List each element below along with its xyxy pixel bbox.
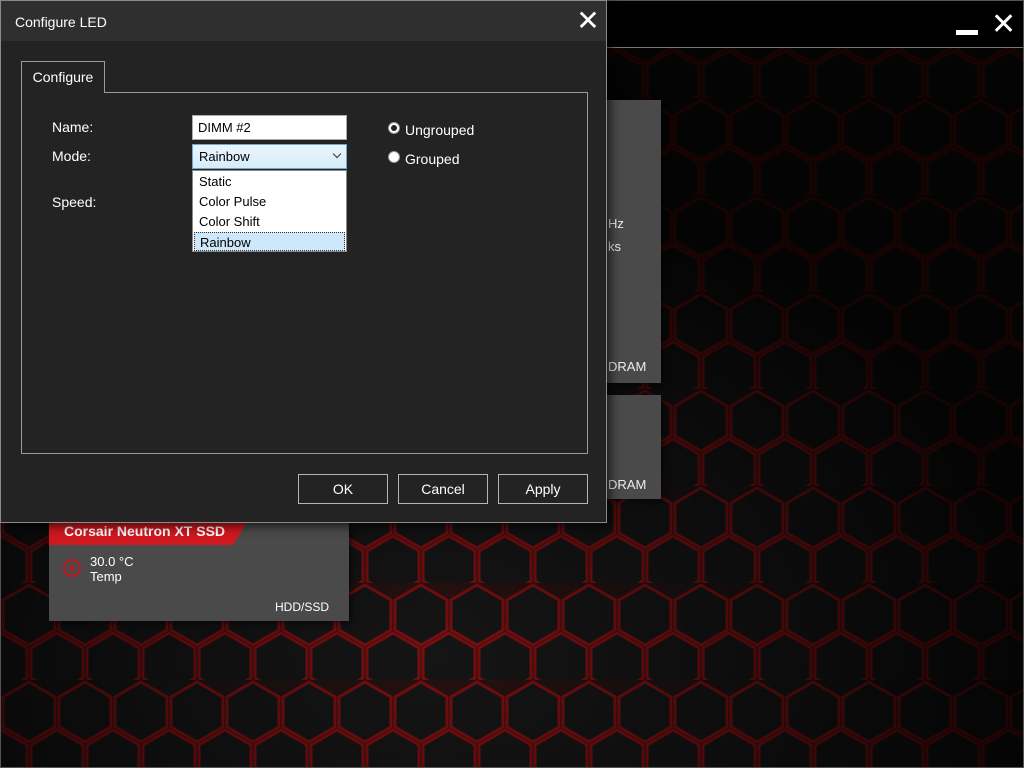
close-icon[interactable]: ✕ [991, 10, 1016, 40]
ssd-card-title: Corsair Neutron XT SSD [64, 523, 226, 539]
ssd-temperature-label: Temp [90, 569, 122, 584]
mode-option-rainbow[interactable]: Rainbow [194, 232, 345, 251]
grouped-radio[interactable] [388, 151, 400, 163]
card-type-label: DRAM [608, 359, 647, 374]
ungrouped-label: Ungrouped [405, 122, 475, 138]
mode-option-color-shift[interactable]: Color Shift [194, 212, 345, 231]
mode-dropdown-list: Static Color Pulse Color Shift Rainbow [192, 170, 347, 252]
ssd-device-type: HDD/SSD [274, 600, 329, 614]
ssd-temperature-value: 30.0 °C [90, 554, 134, 569]
name-input[interactable]: DIMM #2 [192, 115, 347, 140]
ok-button[interactable]: OK [298, 474, 388, 504]
grouped-label: Grouped [405, 151, 460, 167]
mode-select[interactable]: Rainbow [192, 144, 347, 169]
close-icon[interactable]: ✕ [576, 7, 600, 35]
configure-led-dialog: Configure LED ✕ Configure Name: DIMM #2 … [0, 0, 607, 523]
card-text-timing: ks [608, 239, 621, 254]
minimize-icon[interactable] [956, 15, 978, 37]
ungrouped-radio[interactable] [388, 122, 400, 134]
tab-configure[interactable]: Configure [21, 61, 105, 93]
name-label: Name: [52, 119, 94, 135]
card-text-frequency: Hz [608, 216, 624, 231]
apply-button[interactable]: Apply [498, 474, 588, 504]
mode-option-color-pulse[interactable]: Color Pulse [194, 192, 345, 211]
chevron-down-icon [332, 149, 342, 159]
mode-option-static[interactable]: Static [194, 172, 345, 191]
card-type-label: DRAM [608, 477, 647, 492]
ssd-card[interactable]: Corsair Neutron XT SSD 30.0 °C Temp HDD/… [49, 519, 349, 621]
temperature-icon [63, 559, 81, 577]
dialog-titlebar[interactable]: Configure LED ✕ [1, 1, 606, 41]
mode-label: Mode: [52, 148, 91, 164]
mode-select-value: Rainbow [199, 149, 250, 164]
cancel-button[interactable]: Cancel [398, 474, 488, 504]
dialog-title: Configure LED [15, 14, 107, 30]
speed-label: Speed: [52, 194, 97, 210]
